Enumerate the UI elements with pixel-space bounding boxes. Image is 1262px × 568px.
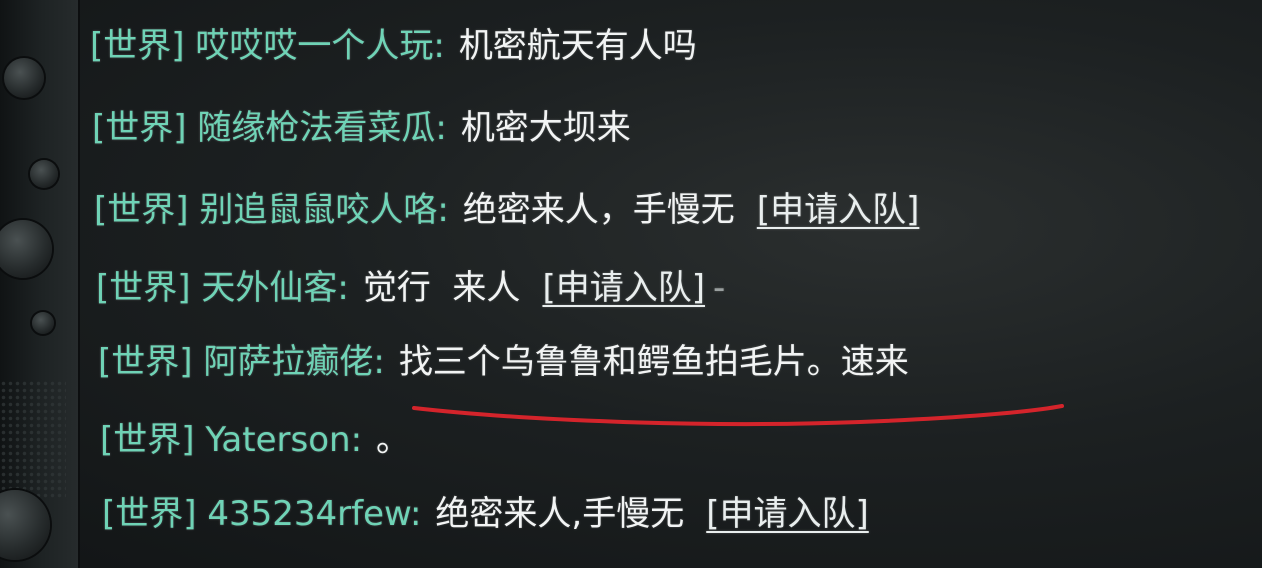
chat-message: [世界] 随缘枪法看菜瓜: 机密大坝来 <box>92 106 631 150</box>
sender-name[interactable]: 随缘枪法看菜瓜 <box>197 108 435 148</box>
channel-tag: [世界] <box>100 420 195 460</box>
colon: : <box>373 342 385 382</box>
chat-message: [世界] Yaterson: 。 <box>100 418 410 462</box>
channel-tag: [世界] <box>96 268 191 308</box>
join-team-link[interactable]: [申请入队] <box>757 190 920 230</box>
join-team-link[interactable]: [申请入队] <box>706 494 869 534</box>
sender-name[interactable]: 阿萨拉癫佬 <box>203 342 373 382</box>
chat-message: [世界] 天外仙客: 觉行 来人 [申请入队] - <box>96 266 725 310</box>
trailing-dash: - <box>712 268 726 308</box>
message-text: 机密航天有人吗 <box>458 26 697 66</box>
sender-name[interactable]: 别追鼠鼠咬人咯 <box>199 190 437 230</box>
chat-message: [世界] 阿萨拉癫佬: 找三个乌鲁鲁和鳄鱼拍毛片。速来 <box>98 340 909 384</box>
colon: : <box>435 108 447 148</box>
channel-tag: [世界] <box>98 342 193 382</box>
message-text: 绝密来人,手慢无 <box>435 494 685 534</box>
channel-tag: [世界] <box>102 494 197 534</box>
channel-tag: [世界] <box>90 26 185 66</box>
colon: : <box>409 494 422 534</box>
colon: : <box>350 420 363 460</box>
sender-name[interactable]: 435234rfew <box>207 494 410 534</box>
message-text: 觉行 来人 <box>362 268 521 308</box>
world-chat-log: [世界] 哎哎哎一个人玩: 机密航天有人吗 [世界] 随缘枪法看菜瓜: 机密大坝来 … <box>0 0 1262 568</box>
colon: : <box>437 190 449 230</box>
colon: : <box>337 268 349 308</box>
chat-message: [世界] 哎哎哎一个人玩: 机密航天有人吗 <box>90 24 697 68</box>
sender-name[interactable]: 哎哎哎一个人玩 <box>195 26 433 66</box>
channel-tag: [世界] <box>92 108 187 148</box>
message-text: 绝密来人，手慢无 <box>462 190 735 230</box>
message-text: 机密大坝来 <box>460 108 631 148</box>
sender-name[interactable]: Yaterson <box>205 420 350 460</box>
sender-name[interactable]: 天外仙客 <box>201 268 337 308</box>
message-text: 找三个乌鲁鲁和鳄鱼拍毛片。速来 <box>398 342 909 382</box>
chat-message: [世界] 435234rfew: 绝密来人,手慢无 [申请入队] <box>102 492 869 536</box>
chat-message: [世界] 别追鼠鼠咬人咯: 绝密来人，手慢无 [申请入队] <box>94 188 919 232</box>
join-team-link[interactable]: [申请入队] <box>542 268 705 308</box>
game-screen-photo: [世界] 哎哎哎一个人玩: 机密航天有人吗 [世界] 随缘枪法看菜瓜: 机密大坝来 … <box>0 0 1262 568</box>
message-text: 。 <box>376 420 411 460</box>
channel-tag: [世界] <box>94 190 189 230</box>
colon: : <box>433 26 445 66</box>
